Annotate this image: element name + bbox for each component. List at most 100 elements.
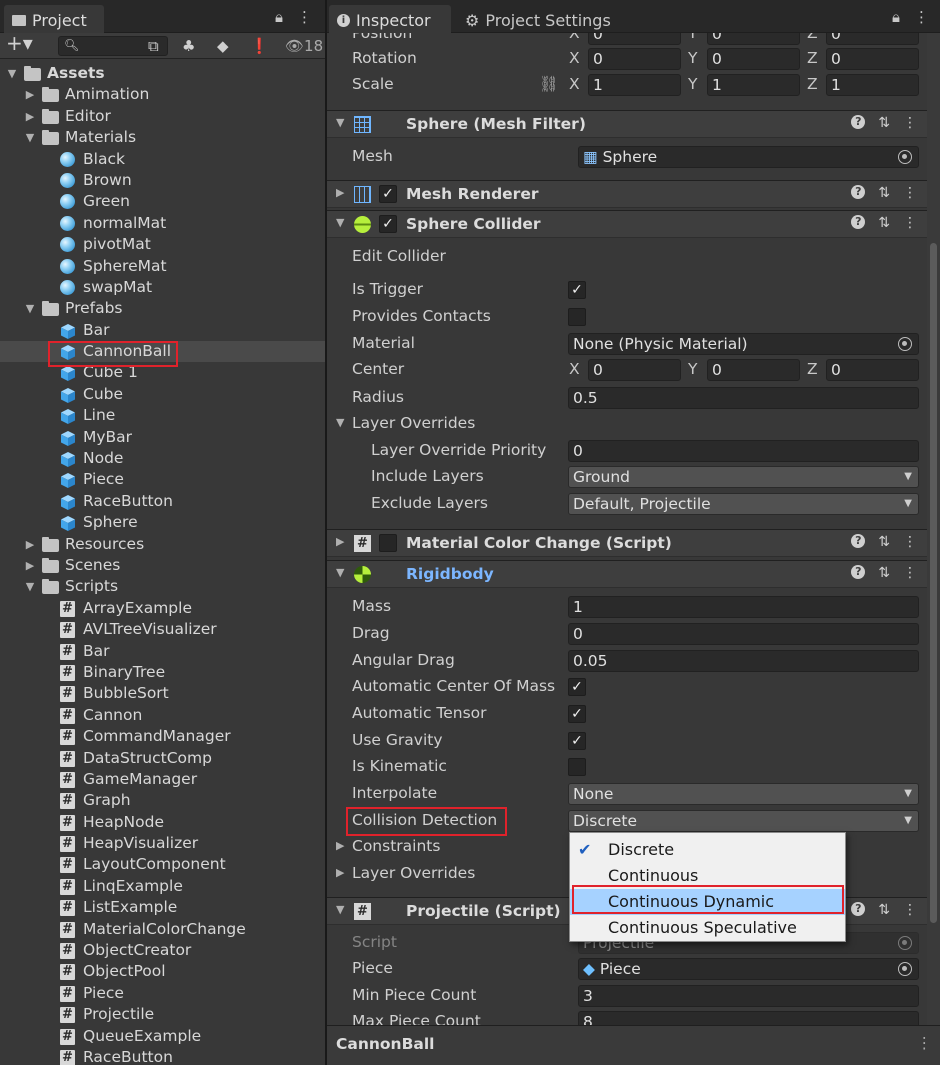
tree-item[interactable]: ▼ Materials	[0, 127, 325, 148]
mesh-renderer-enabled-checkbox[interactable]: ✓	[379, 185, 397, 203]
tree-item[interactable]: # DataStructComp	[0, 748, 325, 769]
tree-item[interactable]: ▼ Assets	[0, 63, 325, 84]
min-piece-count-field[interactable]: 3	[578, 985, 919, 1007]
provides-contacts-checkbox[interactable]	[568, 308, 586, 326]
edit-collider-row[interactable]: Edit Collider	[327, 244, 927, 270]
sphere-collider-header[interactable]: ▼ ✓ Sphere Collider ? ⇅ ⋮	[327, 210, 927, 238]
popup-option[interactable]: Continuous Dynamic	[570, 889, 845, 915]
presets-sliders-icon[interactable]: ⇅	[878, 565, 890, 581]
expand-arrow-icon[interactable]: ▶	[24, 84, 36, 105]
tree-item[interactable]: swapMat	[0, 277, 325, 298]
tree-item[interactable]: MyBar	[0, 427, 325, 448]
tree-item[interactable]: Green	[0, 191, 325, 212]
kebab-menu-icon[interactable]: ⋮	[297, 8, 312, 26]
tree-item[interactable]: # ObjectPool	[0, 961, 325, 982]
drag-field[interactable]: 0	[568, 623, 919, 645]
kebab-menu-icon[interactable]: ⋮	[903, 565, 917, 581]
position-x-field[interactable]: 0	[588, 33, 681, 45]
tree-item[interactable]: ▶ Scenes	[0, 555, 325, 576]
help-icon[interactable]: ?	[851, 565, 866, 579]
kebab-menu-icon[interactable]: ⋮	[903, 115, 917, 131]
tree-item[interactable]: # Cannon	[0, 705, 325, 726]
expand-arrow-icon[interactable]: ▶	[336, 186, 344, 199]
rigidbody-header[interactable]: ▼ Rigidbody ? ⇅ ⋮	[327, 560, 927, 588]
constrain-proportions-link-icon[interactable]: ⛓	[539, 75, 559, 93]
material-color-change-header[interactable]: ▶ # Material Color Change (Script) ? ⇅ ⋮	[327, 529, 927, 557]
tree-item[interactable]: SphereMat	[0, 256, 325, 277]
angular-drag-field[interactable]: 0.05	[568, 650, 919, 672]
layer-overrides-row[interactable]: ▼ Layer Overrides	[327, 411, 927, 437]
tree-item[interactable]: Node	[0, 448, 325, 469]
tree-item[interactable]: # Projectile	[0, 1004, 325, 1025]
mesh-filter-header[interactable]: ▼ Sphere (Mesh Filter) ? ⇅ ⋮	[327, 110, 927, 138]
tree-item[interactable]: # BinaryTree	[0, 662, 325, 683]
expand-arrow-icon[interactable]: ▶	[24, 555, 36, 576]
tree-item[interactable]: Bar	[0, 320, 325, 341]
tree-item[interactable]: # ArrayExample	[0, 598, 325, 619]
tree-item[interactable]: ▶ Amimation	[0, 84, 325, 105]
layer-priority-field[interactable]: 0	[568, 440, 919, 462]
interpolate-dropdown[interactable]: None ▼	[568, 783, 919, 805]
object-picker-icon[interactable]	[898, 962, 912, 976]
popup-option[interactable]: ✔ Discrete	[570, 837, 845, 863]
expand-arrow-icon[interactable]: ▶	[336, 535, 344, 548]
auto-tensor-checkbox[interactable]: ✓	[568, 705, 586, 723]
position-y-field[interactable]: 0	[707, 33, 800, 45]
inspector-scrollbar[interactable]	[927, 33, 940, 1025]
expand-arrow-icon[interactable]: ▶	[336, 839, 344, 852]
presets-sliders-icon[interactable]: ⇅	[878, 185, 890, 201]
include-layers-dropdown[interactable]: Ground ▼	[568, 466, 919, 488]
auto-center-of-mass-checkbox[interactable]: ✓	[568, 678, 586, 696]
collapse-arrow-icon[interactable]: ▼	[336, 566, 344, 579]
tree-item[interactable]: # AVLTreeVisualizer	[0, 619, 325, 640]
lock-icon[interactable]: 🔒︎	[275, 8, 283, 26]
position-z-field[interactable]: 0	[826, 33, 919, 45]
collapse-arrow-icon[interactable]: ▼	[336, 903, 344, 916]
object-picker-icon[interactable]	[898, 337, 912, 351]
tab-inspector[interactable]: i Inspector	[329, 5, 451, 33]
help-icon[interactable]: ?	[851, 902, 866, 916]
is-kinematic-checkbox[interactable]	[568, 758, 586, 776]
search-by-type-icon[interactable]: ⧉	[148, 36, 159, 56]
tree-item[interactable]: # BubbleSort	[0, 683, 325, 704]
tree-item[interactable]: CannonBall	[0, 341, 325, 363]
kebab-menu-icon[interactable]: ⋮	[914, 8, 929, 26]
tree-item[interactable]: # Graph	[0, 790, 325, 811]
tree-item[interactable]: # Piece	[0, 983, 325, 1004]
scale-y-field[interactable]: 1	[707, 74, 800, 96]
tree-item[interactable]: # HeapVisualizer	[0, 833, 325, 854]
help-icon[interactable]: ?	[851, 115, 866, 129]
tree-item[interactable]: Cube 1	[0, 362, 325, 383]
tree-item[interactable]: normalMat	[0, 213, 325, 234]
tree-item[interactable]: RaceButton	[0, 491, 325, 512]
tree-item[interactable]: # LayoutComponent	[0, 854, 325, 875]
tree-item[interactable]: # ObjectCreator	[0, 940, 325, 961]
collapse-arrow-icon[interactable]: ▼	[336, 416, 344, 429]
piece-object-field[interactable]: ◆ Piece	[578, 958, 919, 980]
rotation-y-field[interactable]: 0	[707, 48, 800, 70]
rotation-z-field[interactable]: 0	[826, 48, 919, 70]
collapse-arrow-icon[interactable]: ▼	[6, 63, 18, 84]
mass-field[interactable]: 1	[568, 596, 919, 618]
tree-item[interactable]: ▼ Prefabs	[0, 298, 325, 319]
tree-item[interactable]: Sphere	[0, 512, 325, 533]
tree-item[interactable]: pivotMat	[0, 234, 325, 255]
presets-sliders-icon[interactable]: ⇅	[878, 115, 890, 131]
tree-item[interactable]: # HeapNode	[0, 812, 325, 833]
expand-arrow-icon[interactable]: ▶	[336, 866, 344, 879]
tree-item[interactable]: ▼ Scripts	[0, 576, 325, 597]
filter-type-icon[interactable]: ♣	[182, 36, 195, 56]
help-icon[interactable]: ?	[851, 534, 866, 548]
is-trigger-checkbox[interactable]: ✓	[568, 281, 586, 299]
tree-item[interactable]: ▶ Resources	[0, 534, 325, 555]
kebab-menu-icon[interactable]: ⋮	[917, 1034, 933, 1052]
label-tag-icon[interactable]: ◆	[217, 36, 229, 56]
max-piece-count-field[interactable]: 8	[578, 1011, 919, 1025]
center-y-field[interactable]: 0	[707, 359, 800, 381]
presets-sliders-icon[interactable]: ⇅	[878, 902, 890, 918]
kebab-menu-icon[interactable]: ⋮	[903, 185, 917, 201]
collapse-arrow-icon[interactable]: ▼	[336, 216, 344, 229]
tree-item[interactable]: # RaceButton	[0, 1047, 325, 1065]
material-color-change-enabled-checkbox[interactable]	[379, 534, 397, 552]
use-gravity-checkbox[interactable]: ✓	[568, 732, 586, 750]
